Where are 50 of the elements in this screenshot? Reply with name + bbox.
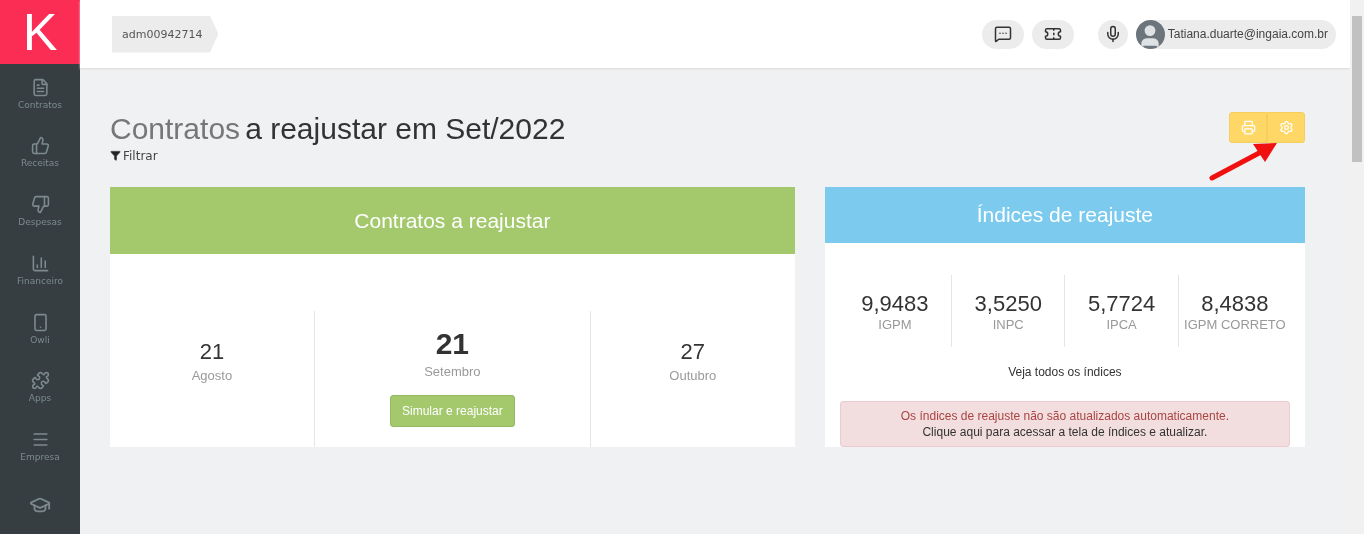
alert-text: Clique aqui para acessar a tela de índices e atualizar. — [922, 425, 1208, 439]
index-value: 8,4838 — [1201, 290, 1269, 317]
index-name: INPC — [992, 316, 1024, 332]
index-value: 3,5250 — [974, 290, 1042, 317]
month-label: Setembro — [424, 364, 481, 379]
card-header: Índices de reajuste — [824, 187, 1305, 243]
sidebar-item[interactable]: Financeiro — [0, 240, 80, 300]
settings-button[interactable] — [1267, 112, 1305, 143]
chat-icon — [993, 25, 1012, 43]
index-value: 9,9483 — [861, 290, 929, 317]
logo[interactable]: K — [0, 0, 80, 65]
sidebar-item[interactable]: Despesas — [0, 181, 80, 241]
index-name: IGPM CORRETO — [1184, 316, 1286, 332]
page-title: a reajustar em Set/2022 — [245, 112, 566, 145]
document-icon — [30, 77, 50, 97]
alert-box[interactable]: Os índices de reajuste não são atualizados automaticamente. Clique aqui para acessar a tela de índices e atualizar. — [839, 401, 1290, 447]
month-count: 21 — [435, 327, 470, 361]
breadcrumb[interactable]: adm00942714 — [112, 15, 219, 53]
settings-icon — [1278, 120, 1294, 135]
print-button[interactable] — [1229, 112, 1267, 143]
chat-button[interactable] — [981, 19, 1024, 49]
sidebar-item[interactable]: Owli — [0, 299, 80, 358]
user-menu[interactable]: Tatiana.duarte@ingaia.com.br — [1135, 19, 1336, 49]
filter-link[interactable]: Filtrar — [110, 148, 158, 163]
ticket-icon — [1043, 25, 1062, 43]
alert-text: Os índices de reajuste não são atualizados automaticamente. — [900, 409, 1229, 423]
sidebar-item[interactable]: Apps — [0, 357, 80, 417]
sidebar-item[interactable]: Contratos — [0, 64, 80, 123]
index-name: IPCA — [1106, 316, 1137, 332]
sidebar-item[interactable]: Receitas — [0, 123, 80, 182]
printer-icon — [1240, 120, 1256, 135]
index-name: IGPM — [878, 316, 912, 332]
index-value: 5,7724 — [1087, 290, 1156, 317]
ticket-button[interactable] — [1031, 19, 1074, 49]
all-indices-link[interactable]: Veja todos os índices — [1008, 365, 1122, 379]
card-header: Contratos a reajustar — [110, 187, 795, 254]
month-label: Outubro — [669, 368, 717, 383]
puzzle-icon — [30, 371, 50, 391]
bar-chart-icon — [30, 253, 50, 273]
filter-icon — [110, 150, 121, 161]
simulate-button[interactable]: Simular e reajustar — [390, 395, 515, 427]
sidebar-item[interactable]: Empresa — [0, 416, 80, 476]
month-count: 21 — [199, 339, 225, 365]
thumbs-up-icon — [30, 136, 50, 156]
month-count: 27 — [680, 339, 706, 365]
month-label: Agosto — [191, 368, 233, 383]
title-link[interactable]: Contratos — [110, 112, 241, 145]
avatar-icon — [1135, 19, 1165, 49]
thumbs-down-icon — [30, 195, 50, 215]
microphone-button[interactable] — [1097, 19, 1128, 49]
